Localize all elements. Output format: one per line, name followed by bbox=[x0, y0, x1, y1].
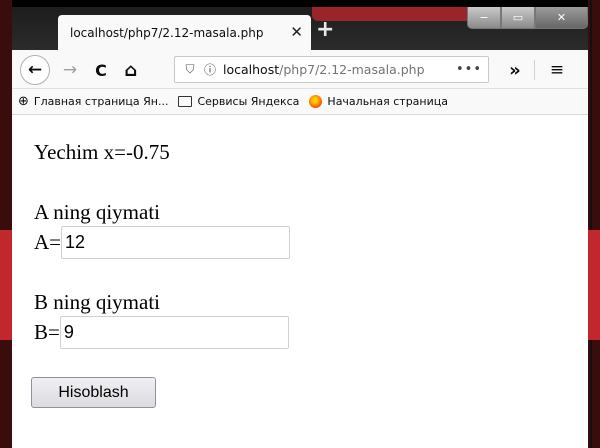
hamburger-menu-icon: ≡ bbox=[549, 60, 565, 80]
desktop-accent-stripe bbox=[588, 230, 600, 340]
a-input[interactable] bbox=[61, 226, 291, 259]
minimize-button[interactable]: − bbox=[467, 7, 501, 29]
globe-icon: ⊕ bbox=[18, 94, 29, 109]
bookmark-start-page[interactable]: Начальная страница bbox=[309, 95, 448, 108]
a-heading: A ning qiymati bbox=[34, 200, 160, 224]
desktop-background-left bbox=[0, 0, 12, 448]
tracking-shield-icon[interactable]: ⛉ bbox=[179, 62, 201, 77]
bookmarks-toolbar: ⊕ Главная страница Ян... Сервисы Яндекса… bbox=[12, 89, 588, 115]
chevron-right-double-icon: » bbox=[509, 59, 521, 81]
forward-arrow-icon: → bbox=[62, 60, 78, 80]
bookmark-label: Главная страница Ян... bbox=[33, 95, 169, 108]
site-info-icon[interactable]: ⓘ bbox=[201, 61, 219, 78]
maximize-button[interactable]: ▭ bbox=[500, 7, 535, 29]
tab-title: localhost/php7/2.12-masala.php bbox=[70, 25, 264, 40]
b-input-row: B= bbox=[34, 316, 289, 349]
window-edge bbox=[590, 0, 592, 448]
url-text: localhost/php7/2.12-masala.php bbox=[223, 62, 425, 77]
close-window-button[interactable]: ✕ bbox=[534, 7, 588, 29]
home-button[interactable]: ⌂ bbox=[118, 57, 144, 83]
a-input-row: A= bbox=[34, 226, 291, 259]
browser-window: localhost/php7/2.12-masala.php ✕ + − ▭ ✕… bbox=[12, 7, 588, 448]
reload-button[interactable]: C bbox=[88, 57, 114, 83]
address-bar[interactable]: ⛉ ⓘ localhost/php7/2.12-masala.php ••• bbox=[174, 56, 489, 83]
b-input[interactable] bbox=[59, 316, 289, 349]
desktop-accent-stripe bbox=[0, 230, 12, 340]
toolbar-divider bbox=[534, 60, 535, 80]
url-path: /php7/2.12-masala.php bbox=[279, 62, 425, 77]
bookmark-label: Сервисы Яндекса bbox=[197, 95, 300, 108]
result-text: Yechim x=-0.75 bbox=[34, 140, 170, 164]
page-actions-icon[interactable]: ••• bbox=[456, 62, 482, 77]
desktop-background-right bbox=[588, 0, 600, 448]
forward-button[interactable]: → bbox=[58, 57, 82, 83]
reload-icon: C bbox=[95, 60, 107, 80]
bookmark-yandex-home[interactable]: ⊕ Главная страница Ян... bbox=[18, 94, 168, 109]
url-host: localhost bbox=[223, 62, 280, 77]
back-button[interactable]: ← bbox=[20, 55, 50, 85]
navigation-toolbar: ← → C ⌂ ⛉ ⓘ localhost/php7/2.12-masala.p… bbox=[12, 50, 588, 89]
b-heading: B ning qiymati bbox=[34, 290, 160, 314]
tab-bar: localhost/php7/2.12-masala.php ✕ + − ▭ ✕ bbox=[12, 7, 588, 50]
app-menu-button[interactable]: ≡ bbox=[542, 57, 572, 83]
folder-icon bbox=[178, 96, 193, 107]
page-content: Yechim x=-0.75 A ning qiymati A= B ning … bbox=[12, 116, 588, 448]
calculate-button[interactable]: Hisoblash bbox=[31, 377, 156, 408]
tab-close-icon[interactable]: ✕ bbox=[290, 23, 303, 41]
b-prefix: B= bbox=[34, 320, 60, 344]
new-tab-icon[interactable]: + bbox=[316, 17, 334, 42]
home-icon: ⌂ bbox=[124, 59, 138, 81]
bookmark-label: Начальная страница bbox=[327, 95, 448, 108]
back-arrow-icon: ← bbox=[27, 60, 43, 80]
desktop-frame-top bbox=[0, 0, 600, 7]
overflow-menu-button[interactable]: » bbox=[502, 57, 528, 83]
bookmark-yandex-services[interactable]: Сервисы Яндекса bbox=[178, 95, 299, 108]
firefox-icon bbox=[309, 95, 323, 108]
titlebar-glow bbox=[312, 7, 472, 21]
tab-active[interactable]: localhost/php7/2.12-masala.php ✕ bbox=[58, 15, 311, 50]
a-prefix: A= bbox=[34, 230, 62, 254]
window-controls: − ▭ ✕ bbox=[467, 7, 588, 29]
